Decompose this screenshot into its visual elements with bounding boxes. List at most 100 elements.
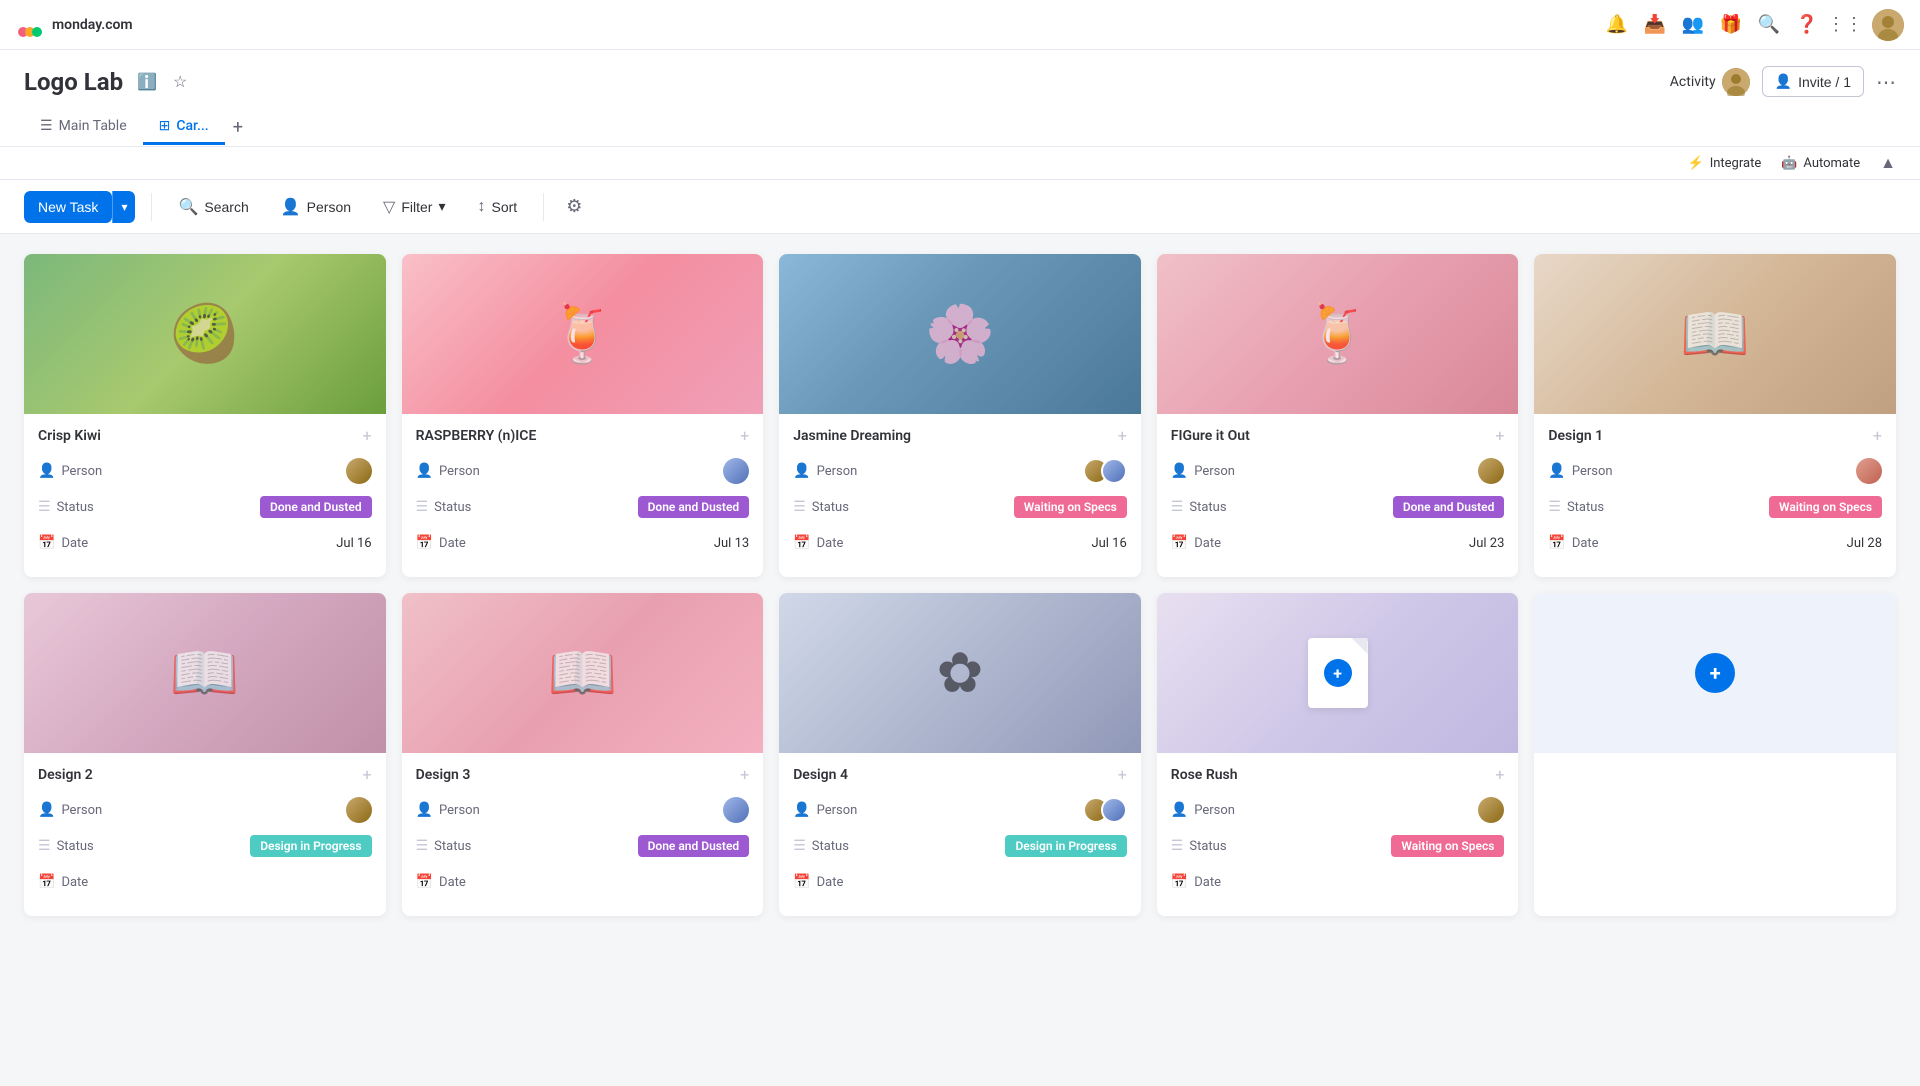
activity-label: Activity	[1670, 74, 1716, 90]
person-field-icon: 👤	[793, 802, 810, 818]
more-options-button[interactable]: ⋯	[1876, 70, 1896, 94]
filter-button[interactable]: ▽ Filter ▾	[373, 191, 455, 223]
card-figure[interactable]: 🍹 FIGure it Out + 👤 Person	[1157, 254, 1519, 577]
user-avatar[interactable]	[1872, 9, 1904, 41]
status-value: Waiting on Specs	[1769, 496, 1882, 518]
person-field-label: 👤 Person	[1548, 463, 1612, 479]
apps-icon[interactable]: ⋮⋮	[1834, 14, 1856, 36]
sort-label: Sort	[492, 199, 518, 215]
new-task-button[interactable]: New Task	[24, 191, 112, 223]
card-grid: 🥝 Crisp Kiwi + 👤 Person	[24, 254, 1896, 916]
activity-button[interactable]: Activity	[1670, 68, 1750, 96]
person-field: 👤 Person	[416, 457, 750, 485]
card-add-button[interactable]: +	[1118, 426, 1127, 445]
person-field-icon: 👤	[38, 463, 55, 479]
status-value: Done and Dusted	[1393, 496, 1505, 518]
person-field-icon: 👤	[416, 463, 433, 479]
card-design4[interactable]: ✿ Design 4 + 👤 Person	[779, 593, 1141, 916]
new-task-wrapper: New Task ▾	[24, 191, 135, 223]
card-add-button[interactable]: +	[1873, 426, 1882, 445]
tab-main-table[interactable]: ☰ Main Table	[24, 110, 143, 145]
status-field: ☰ Status Done and Dusted	[38, 493, 372, 521]
date-field-label: 📅 Date	[38, 874, 88, 890]
card-add-button[interactable]: +	[1495, 765, 1504, 784]
card-art: 📖	[170, 640, 240, 706]
date-label-text: Date	[1572, 536, 1599, 551]
date-field: 📅 Date	[38, 868, 372, 896]
calendar-icon: 📅	[416, 874, 433, 890]
card-icon: ⊞	[159, 118, 171, 134]
date-field-label: 📅 Date	[1171, 535, 1221, 551]
person-value	[723, 458, 749, 484]
card-title-row: Jasmine Dreaming +	[793, 426, 1127, 445]
card-crisp-kiwi[interactable]: 🥝 Crisp Kiwi + 👤 Person	[24, 254, 386, 577]
add-card[interactable]: +	[1534, 593, 1896, 916]
calendar-icon: 📅	[38, 535, 55, 551]
person-avatar-multi	[1083, 458, 1127, 484]
person-field-label: 👤 Person	[1171, 463, 1235, 479]
date-field-label: 📅 Date	[1548, 535, 1598, 551]
star-button[interactable]: ☆	[169, 68, 191, 96]
avatar-2	[1101, 797, 1127, 823]
date-value: Jul 13	[714, 536, 749, 551]
doc-icon: +	[1308, 638, 1368, 708]
card-add-button[interactable]: +	[1495, 426, 1504, 445]
card-jasmine[interactable]: 🌸 Jasmine Dreaming + 👤 Person	[779, 254, 1141, 577]
card-raspberry[interactable]: 🍹 RASPBERRY (n)ICE + 👤 Person	[402, 254, 764, 577]
date-label-text: Date	[439, 536, 466, 551]
collapse-button[interactable]: ▲	[1880, 153, 1896, 173]
calendar-icon: 📅	[1548, 535, 1565, 551]
date-label-text: Date	[61, 536, 88, 551]
people-icon[interactable]: 👥	[1682, 14, 1704, 36]
gift-icon[interactable]: 🎁	[1720, 14, 1742, 36]
status-field-label: ☰ Status	[793, 499, 849, 515]
card-design3[interactable]: 📖 Design 3 + 👤 Person	[402, 593, 764, 916]
settings-button[interactable]: ⚙	[560, 190, 588, 223]
status-icon: ☰	[1171, 499, 1184, 515]
card-add-button[interactable]: +	[363, 426, 372, 445]
person-avatar	[346, 458, 372, 484]
tab-card-view[interactable]: ⊞ Car...	[143, 110, 225, 145]
card-add-button[interactable]: +	[1118, 765, 1127, 784]
tabs: ☰ Main Table ⊞ Car... +	[24, 109, 1896, 146]
date-field: 📅 Date	[793, 868, 1127, 896]
invite-label: Invite / 1	[1798, 74, 1851, 90]
filter-dropdown-icon: ▾	[438, 198, 445, 215]
calendar-icon: 📅	[38, 874, 55, 890]
project-header: Logo Lab ℹ️ ☆ Activity 👤 Invite / 1	[0, 50, 1920, 147]
person-field-label: 👤 Person	[1171, 802, 1235, 818]
integrate-button[interactable]: ⚡ Integrate	[1688, 156, 1762, 171]
person-field-icon: 👤	[1548, 463, 1565, 479]
invite-button[interactable]: 👤 Invite / 1	[1762, 66, 1864, 97]
card-title-row: Rose Rush +	[1171, 765, 1505, 784]
info-button[interactable]: ℹ️	[133, 68, 161, 96]
status-field: ☰ Status Waiting on Specs	[1171, 832, 1505, 860]
card-rose-rush[interactable]: + Rose Rush + 👤 Person	[1157, 593, 1519, 916]
automate-button[interactable]: 🤖 Automate	[1781, 156, 1860, 171]
new-task-label: New Task	[38, 199, 98, 215]
card-title-row: Design 2 +	[38, 765, 372, 784]
card-design1[interactable]: 📖 Design 1 + 👤 Person	[1534, 254, 1896, 577]
new-task-dropdown-button[interactable]: ▾	[112, 191, 135, 223]
card-design2[interactable]: 📖 Design 2 + 👤 Person	[24, 593, 386, 916]
project-title-row: Logo Lab ℹ️ ☆ Activity 👤 Invite / 1	[24, 66, 1896, 97]
person-button[interactable]: 👤 Person	[271, 191, 361, 223]
inbox-icon[interactable]: 📥	[1644, 14, 1666, 36]
card-add-button[interactable]: +	[740, 426, 749, 445]
card-add-button[interactable]: +	[740, 765, 749, 784]
person-field-label: 👤 Person	[793, 463, 857, 479]
card-title: Jasmine Dreaming	[793, 428, 911, 444]
logo[interactable]: monday.com	[16, 11, 133, 39]
person-avatar	[1478, 797, 1504, 823]
sort-button[interactable]: ↕ Sort	[468, 192, 528, 222]
person-value	[1478, 458, 1504, 484]
search-icon[interactable]: 🔍	[1758, 14, 1780, 36]
tab-add-button[interactable]: +	[225, 109, 251, 146]
help-icon[interactable]: ❓	[1796, 14, 1818, 36]
status-field-label: ☰ Status	[1171, 499, 1227, 515]
date-value: Jul 23	[1469, 536, 1504, 551]
search-button[interactable]: 🔍 Search	[168, 191, 258, 223]
card-add-button[interactable]: +	[363, 765, 372, 784]
notification-icon[interactable]: 🔔	[1606, 14, 1628, 36]
card-title-row: Design 1 +	[1548, 426, 1882, 445]
